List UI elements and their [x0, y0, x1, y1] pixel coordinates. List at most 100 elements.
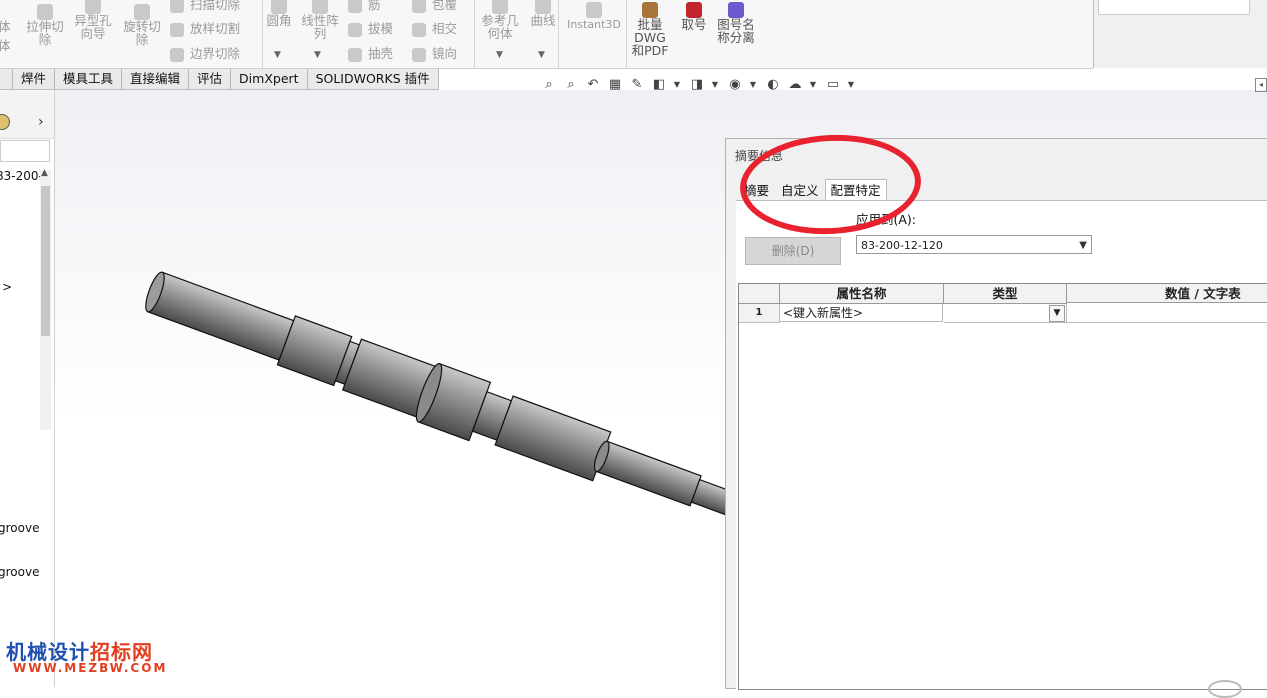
instant3d-group: Instant3D: [558, 0, 627, 68]
take-number-button[interactable]: 取号: [678, 2, 710, 31]
split-drawing-name-button[interactable]: 图号名称分离: [714, 2, 758, 44]
draft-button[interactable]: 拔模: [348, 18, 393, 37]
dynamic-annotation-icon[interactable]: ✎: [628, 75, 646, 93]
hide-show-icon[interactable]: ◉: [726, 75, 744, 93]
section-view-icon[interactable]: ▦: [606, 75, 624, 93]
ref-geometry-dropdown-icon[interactable]: ▼: [496, 50, 503, 60]
hole-wizard-button[interactable]: 异型孔向导: [72, 0, 114, 40]
hole-wizard-icon: [85, 0, 101, 14]
rib-button[interactable]: 筋: [348, 0, 381, 13]
chevron-down-icon[interactable]: ▼: [748, 75, 758, 93]
shell-label: 抽壳: [368, 46, 394, 61]
fillet-button[interactable]: 圆角: [264, 0, 294, 27]
display-style-icon[interactable]: ◨: [688, 75, 706, 93]
previous-view-icon[interactable]: ↶: [584, 75, 602, 93]
property-grid: 属性名称 类型 数值 / 文字表 1 <键入新属性> ▼: [738, 283, 1267, 690]
tab-direct-editing[interactable]: 直接编辑: [122, 69, 190, 89]
mirror-label: 镜向: [432, 46, 458, 61]
fillet-dropdown-icon[interactable]: ▼: [274, 50, 281, 60]
property-name-cell[interactable]: <键入新属性>: [780, 304, 943, 322]
boss-feature-partial[interactable]: 体 体: [0, 19, 11, 53]
chevron-down-icon[interactable]: ▼: [846, 75, 856, 93]
command-manager-ribbon: 体 体 拉伸切除 异型孔向导 旋转切除 扫描切除 放样切割 边界切除 圆角 ▼ …: [0, 0, 1093, 69]
tree-item-groove-2[interactable]: groove: [0, 565, 39, 579]
hole-wizard-label: 异型孔向导: [74, 13, 112, 41]
column-header-property-name[interactable]: 属性名称: [780, 284, 944, 304]
chevron-down-icon[interactable]: ▼: [1049, 305, 1065, 322]
solidworks-logo-icon: [1208, 680, 1242, 698]
configuration-select-value: 83-200-12-120: [861, 239, 943, 252]
fillet-icon: [271, 0, 287, 14]
take-number-icon: [686, 2, 702, 18]
chevron-down-icon[interactable]: ▼: [710, 75, 720, 93]
command-manager-tabs: 焊件 模具工具 直接编辑 评估 DimXpert SOLIDWORKS 插件: [0, 69, 439, 90]
curves-button[interactable]: 曲线: [528, 0, 558, 27]
view-settings-icon[interactable]: ▭: [824, 75, 842, 93]
zoom-to-fit-icon[interactable]: ⌕: [540, 75, 558, 93]
ref-geometry-button[interactable]: 参考几何体: [478, 0, 522, 40]
split-drawing-name-label: 图号名称分离: [717, 17, 755, 45]
batch-export-label: 批量DWG和PDF: [631, 17, 669, 58]
tab-weldments[interactable]: 焊件: [13, 69, 55, 89]
column-header-value[interactable]: 数值 / 文字表: [1067, 284, 1267, 303]
features-group-2: 圆角 ▼ 线性阵列 ▼ 筋 拔模 抽壳 包覆 相交 镜向: [262, 0, 475, 68]
tree-scrollbar-thumb[interactable]: [41, 186, 50, 336]
view-orientation-icon[interactable]: ◧: [650, 75, 668, 93]
wrap-label: 包覆: [432, 0, 458, 12]
grid-corner-header: [739, 284, 780, 304]
pattern-dropdown-icon[interactable]: ▼: [314, 50, 321, 60]
delete-button[interactable]: 删除(D): [745, 237, 841, 265]
chevron-right-icon[interactable]: ›: [38, 114, 44, 130]
partial-label: 体: [0, 38, 11, 53]
draft-icon: [348, 22, 362, 37]
chevron-down-icon[interactable]: ▼: [672, 75, 682, 93]
display-manager-icon[interactable]: [0, 114, 10, 130]
draft-label: 拔模: [368, 21, 394, 36]
batch-export-button[interactable]: 批量DWG和PDF: [630, 2, 670, 57]
linear-pattern-icon: [312, 0, 328, 14]
revolve-cut-button[interactable]: 旋转切除: [120, 4, 164, 46]
boundary-cut-label: 边界切除: [190, 46, 241, 61]
shell-button[interactable]: 抽壳: [348, 43, 393, 62]
sweep-cut-label: 扫描切除: [190, 0, 241, 12]
column-header-type[interactable]: 类型: [944, 284, 1067, 304]
tab-evaluate[interactable]: 评估: [189, 69, 232, 89]
tab-partial[interactable]: [0, 69, 13, 89]
linear-pattern-button[interactable]: 线性阵列: [300, 0, 340, 40]
zoom-to-area-icon[interactable]: ⌕: [562, 75, 580, 93]
instant3d-button[interactable]: Instant3D: [566, 2, 622, 31]
features-group: 体 体 拉伸切除 异型孔向导 旋转切除 扫描切除 放样切割 边界切除: [0, 0, 263, 68]
chevron-down-icon[interactable]: ▼: [1079, 236, 1087, 255]
tab-solidworks-addins[interactable]: SOLIDWORKS 插件: [308, 69, 439, 89]
instant3d-icon: [586, 2, 602, 18]
edit-appearance-icon[interactable]: ◐: [764, 75, 782, 93]
fillet-label: 圆角: [266, 13, 292, 28]
property-value-cell[interactable]: [1067, 304, 1267, 323]
tab-mold-tools[interactable]: 模具工具: [55, 69, 123, 89]
chevron-down-icon[interactable]: ▼: [808, 75, 818, 93]
tree-item-groove-1[interactable]: groove: [0, 521, 39, 535]
boundary-cut-button[interactable]: 边界切除: [170, 43, 240, 62]
revolve-cut-label: 旋转切除: [123, 19, 161, 47]
mirror-icon: [412, 47, 426, 62]
tree-item-marker[interactable]: >: [2, 280, 12, 294]
addins-group: 批量DWG和PDF 取号 图号名称分离: [626, 0, 766, 68]
tree-filter-input[interactable]: [0, 140, 50, 162]
tree-item-part[interactable]: 83-200-: [0, 169, 43, 183]
mirror-button[interactable]: 镜向: [412, 43, 457, 62]
task-pane-collapse-icon[interactable]: ◂: [1255, 78, 1267, 92]
batch-export-icon: [642, 2, 658, 18]
wrap-button[interactable]: 包覆: [412, 0, 457, 13]
apply-scene-icon[interactable]: ☁: [786, 75, 804, 93]
configuration-select[interactable]: 83-200-12-120 ▼: [856, 235, 1092, 254]
shaft-3d-model[interactable]: [55, 90, 735, 560]
loft-cut-button[interactable]: 放样切割: [170, 18, 240, 37]
curves-dropdown-icon[interactable]: ▼: [538, 50, 545, 60]
partial-label: 体: [0, 19, 11, 34]
scroll-up-icon[interactable]: ▲: [41, 168, 48, 178]
intersect-button[interactable]: 相交: [412, 18, 457, 37]
sweep-cut-button[interactable]: 扫描切除: [170, 0, 240, 13]
extrude-cut-button[interactable]: 拉伸切除: [22, 4, 68, 46]
property-type-cell[interactable]: ▼: [944, 304, 1067, 323]
tab-dimxpert[interactable]: DimXpert: [231, 69, 308, 89]
